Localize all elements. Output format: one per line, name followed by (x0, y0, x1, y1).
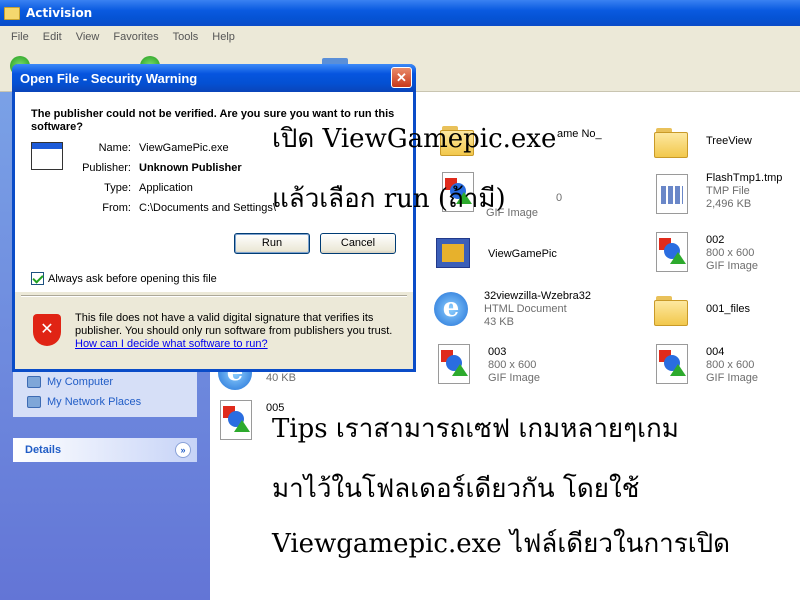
file-name: 004 (706, 346, 725, 358)
menu-file[interactable]: File (11, 31, 29, 43)
file-item[interactable]: FlashTmp1.tmp TMP File 2,496 KB (652, 172, 782, 220)
file-item[interactable]: e 32viewzilla-Wzebra32 HTML Document 43 … (430, 288, 591, 336)
dialog-title: Open File - Security Warning (20, 70, 198, 86)
file-name: TreeView (706, 135, 752, 147)
file-type: TMP File (706, 185, 750, 197)
file-dims: 800 x 600 (706, 247, 755, 259)
name-label: Name: (98, 142, 131, 154)
file-name: 003 (488, 346, 507, 358)
place-my-network[interactable]: My Network Places (13, 392, 197, 412)
details-label: Details (25, 444, 62, 456)
gif-image-icon (434, 342, 482, 390)
always-ask-checkbox[interactable]: Always ask before opening this file (31, 272, 217, 285)
publisher-label: Publisher: (82, 162, 131, 174)
file-name: 001_files (706, 303, 751, 315)
file-name: 002 (706, 234, 725, 246)
place-my-computer[interactable]: My Computer (13, 372, 197, 392)
file-dims: 0 (556, 192, 563, 204)
help-link[interactable]: How can I decide what software to run? (75, 338, 268, 350)
file-size: 43 KB (484, 316, 514, 328)
menu-tools[interactable]: Tools (173, 31, 199, 43)
file-item[interactable]: 004 800 x 600 GIF Image (652, 342, 758, 390)
file-name: FlashTmp1.tmp (706, 172, 783, 184)
cancel-button[interactable]: Cancel (320, 233, 396, 254)
other-places-box: My Computer My Network Places (13, 372, 197, 417)
warning-text: This file does not have a valid digital … (75, 312, 393, 337)
menu-view[interactable]: View (76, 31, 100, 43)
run-button[interactable]: Run (234, 233, 310, 254)
gif-image-icon (216, 398, 264, 446)
file-item[interactable]: TreeView (652, 120, 752, 168)
from-label: From: (102, 202, 131, 214)
place-label: My Network Places (47, 396, 142, 408)
file-name: ViewGamePic (488, 248, 557, 260)
computer-icon (27, 376, 41, 388)
file-item[interactable]: 003 800 x 600 GIF Image (434, 342, 540, 390)
overlay-text-line: แล้วเลือก run (ถ้ามี) (272, 184, 506, 214)
file-dims: 800 x 600 (488, 359, 537, 371)
overlay-text-line: Tips เราสามารถเซฟ เกมหลายๆเกม (272, 414, 679, 444)
application-icon (434, 234, 482, 282)
menu-bar: File Edit View Favorites Tools Help (0, 26, 800, 48)
security-shield-icon: ✕ (33, 314, 61, 346)
folder-icon (4, 6, 20, 20)
file-name: 32viewzilla-Wzebra32 (484, 290, 591, 302)
window-titlebar[interactable]: Activision (0, 0, 800, 26)
details-header[interactable]: Details » (13, 438, 197, 462)
folder-icon (652, 120, 700, 168)
overlay-text-line: มาไว้ในโฟลเดอร์เดียวกัน โดยใช้ (272, 474, 640, 504)
file-size: 40 KB (266, 372, 296, 384)
place-label: My Computer (47, 376, 114, 388)
file-type: GIF Image (488, 372, 540, 384)
dialog-titlebar[interactable]: Open File - Security Warning ✕ (12, 64, 416, 92)
file-name: ame No_ (557, 128, 602, 140)
gif-image-icon (652, 342, 700, 390)
application-window-icon (31, 142, 63, 170)
close-icon[interactable]: ✕ (391, 67, 412, 88)
chevron-down-icon[interactable]: » (175, 442, 191, 458)
checkbox-checked-icon[interactable] (31, 272, 44, 285)
warning-message: This file does not have a valid digital … (75, 312, 405, 351)
overlay-text-line: Viewgamepic.exe ไฟล์เดียวในการเปิด (272, 529, 731, 559)
overlay-text-line: เปิด ViewGamepic.exe (272, 124, 557, 154)
file-dims: 800 x 600 (706, 359, 755, 371)
file-item[interactable]: 002 800 x 600 GIF Image (652, 230, 758, 278)
file-type: GIF Image (706, 372, 758, 384)
menu-favorites[interactable]: Favorites (113, 31, 158, 43)
menu-edit[interactable]: Edit (43, 31, 62, 43)
divider (21, 295, 407, 297)
window-title: Activision (26, 6, 93, 20)
folder-icon (652, 288, 700, 336)
file-size: 2,496 KB (706, 198, 752, 210)
type-label: Type: (104, 182, 131, 194)
checkbox-label: Always ask before opening this file (48, 272, 217, 285)
file-type: HTML Document (484, 303, 567, 315)
publisher-value: Unknown Publisher (139, 162, 242, 174)
file-item[interactable]: 001_files (652, 288, 750, 336)
publisher-row: Publisher: Unknown Publisher (71, 162, 329, 174)
gif-image-icon (652, 230, 700, 278)
menu-help[interactable]: Help (212, 31, 235, 43)
html-document-icon: e (430, 288, 478, 336)
tmp-file-icon (652, 172, 700, 220)
file-item[interactable]: ViewGamePic (434, 234, 557, 282)
file-type: GIF Image (706, 260, 758, 272)
network-icon (27, 396, 41, 408)
